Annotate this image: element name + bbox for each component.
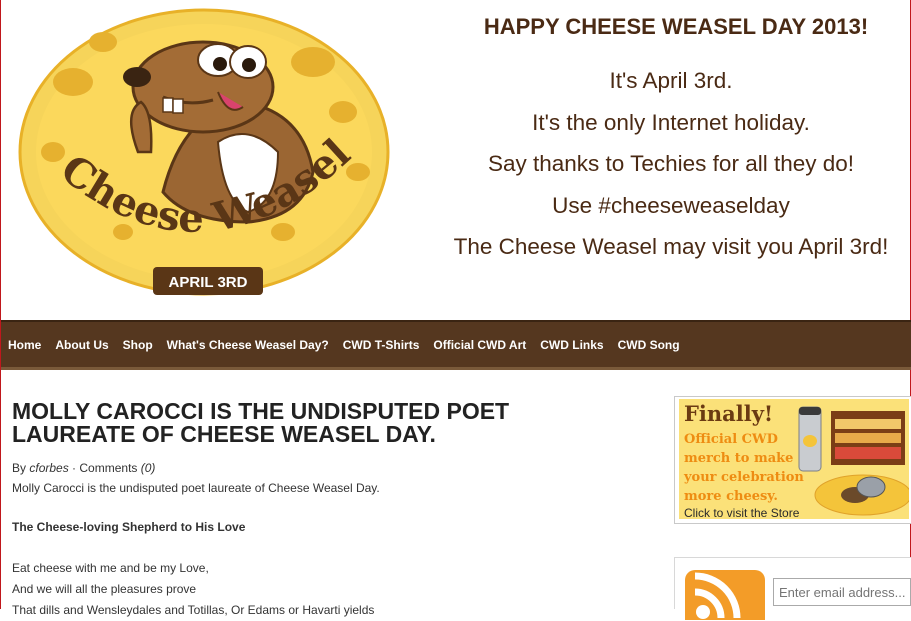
visit-store-link[interactable]: Click to visit the Store [684,506,799,520]
ad-line: merch to make [684,451,794,466]
tagline-line: It's April 3rd. [609,68,733,93]
rss-icon[interactable] [685,570,765,620]
ad-line: more cheesy. [684,489,778,504]
intro-paragraph: Molly Carocci is the undisputed poet lau… [12,481,380,495]
nav-cwd-t-shirts[interactable]: CWD T-Shirts [343,338,420,352]
subscribe-box [674,557,911,620]
nav-cwd-links[interactable]: CWD Links [540,338,603,352]
comments-label: Comments [79,461,138,475]
tagline-line: Use #cheeseweaselday [552,192,790,218]
merch-image [798,406,909,516]
poem-line: Eat cheese with me and be my Love, [12,561,209,575]
ad-line: Official CWD [684,432,778,447]
byline: By cforbes · Comments (0) [12,461,632,475]
ad-title: Finally! [684,401,774,426]
poem-line: That dills and Wensleydales and Totillas… [12,603,375,617]
by-label: By [12,461,27,475]
cheese-weasel-day-logo: Cheese Weasel Day APRIL 3RD [13,2,390,296]
main-nav: Home About Us Shop What's Cheese Weasel … [1,320,911,370]
tagline-line: The Cheese Weasel may visit you April 3r… [453,234,889,259]
nav-shop[interactable]: Shop [123,338,153,352]
page-headline: HAPPY CHEESE WEASEL DAY 2013! [483,14,869,39]
tagline-line: It's the only Internet holiday. [532,109,810,135]
ad-line: your celebration [684,470,804,485]
nav-about-us[interactable]: About Us [55,338,108,352]
store-ad[interactable]: Finally! Official CWD merch to make your… [674,396,911,524]
ad-text: Official CWD merch to make your celebrat… [684,430,804,506]
post-title[interactable]: MOLLY CAROCCI IS THE UNDISPUTED POET LAU… [12,400,572,446]
comments-link[interactable]: Comments (0) [79,461,155,475]
article: MOLLY CAROCCI IS THE UNDISPUTED POET LAU… [12,400,632,621]
byline-separator: · [68,461,80,475]
nav-whats-cheese-weasel-day[interactable]: What's Cheese Weasel Day? [167,338,329,352]
nav-cwd-song[interactable]: CWD Song [618,338,680,352]
email-field[interactable] [773,578,911,606]
logo-date: APRIL 3RD [169,274,248,291]
poem-title: The Cheese-loving Shepherd to His Love [12,520,246,534]
tagline-line: Say thanks to Techies for all they do! [487,151,855,176]
comments-count: (0) [140,461,156,475]
tagline: It's April 3rd. It's the only Internet h… [431,64,911,272]
nav-official-cwd-art[interactable]: Official CWD Art [433,338,526,352]
nav-home[interactable]: Home [8,338,41,352]
poem-line: And we will all the pleasures prove [12,582,197,596]
poem: Eat cheese with me and be my Love, And w… [12,558,632,621]
author-link[interactable]: cforbes [29,461,68,475]
